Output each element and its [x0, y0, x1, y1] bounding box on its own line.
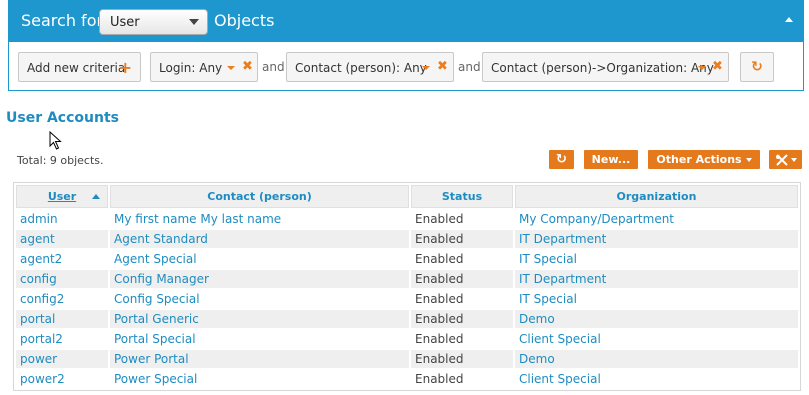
criteria-login-label: Login: Any [159, 61, 223, 75]
caret-down-icon [790, 158, 797, 162]
criteria-row: Add new criteria + Login: Any ✖ and Cont… [9, 52, 803, 82]
cell-contact[interactable]: Agent Standard [110, 230, 409, 248]
table-row: config2 Config Special Enabled IT Specia… [16, 290, 798, 308]
tools-icon [775, 153, 788, 166]
cell-status: Enabled [411, 310, 513, 328]
collapse-caret-up-icon[interactable] [785, 17, 793, 22]
cell-user[interactable]: agent2 [16, 250, 108, 268]
table-row: portal2 Portal Special Enabled Client Sp… [16, 330, 798, 348]
cell-organization[interactable]: Demo [515, 350, 798, 368]
cell-contact[interactable]: Power Portal [110, 350, 409, 368]
column-header-status[interactable]: Status [411, 185, 513, 208]
cell-user[interactable]: power2 [16, 370, 108, 388]
new-button-label: New... [591, 153, 631, 166]
other-actions-label: Other Actions [656, 153, 742, 166]
and-label: and [458, 60, 481, 74]
close-icon[interactable]: ✖ [242, 59, 253, 74]
cell-status: Enabled [411, 330, 513, 348]
table-row: power2 Power Special Enabled Client Spec… [16, 370, 798, 388]
tools-menu-button[interactable] [769, 150, 802, 169]
cell-user[interactable]: power [16, 350, 108, 368]
cell-contact[interactable]: Agent Special [110, 250, 409, 268]
criteria-contact-label: Contact (person): Any [295, 61, 427, 75]
and-label: and [262, 60, 285, 74]
class-select-value: User [110, 15, 140, 30]
mouse-pointer-icon [49, 131, 62, 150]
cell-user[interactable]: admin [16, 210, 108, 228]
column-header-label: Status [441, 190, 483, 203]
column-header-label: User [47, 190, 77, 203]
total-count: Total: 9 objects. [17, 154, 104, 167]
table-row: power Power Portal Enabled Demo [16, 350, 798, 368]
criteria-login[interactable]: Login: Any ✖ [150, 52, 258, 82]
add-criteria-label: Add new criteria [27, 61, 126, 75]
table-row: agent Agent Standard Enabled IT Departme… [16, 230, 798, 248]
other-actions-button[interactable]: Other Actions [648, 150, 760, 169]
new-button[interactable]: New... [584, 150, 638, 169]
search-header: Search for User Objects [9, 0, 803, 42]
cell-contact[interactable]: Power Special [110, 370, 409, 388]
cell-status: Enabled [411, 210, 513, 228]
cell-organization[interactable]: IT Special [515, 290, 798, 308]
cell-status: Enabled [411, 350, 513, 368]
plus-icon: + [118, 58, 132, 77]
cell-status: Enabled [411, 250, 513, 268]
cell-contact[interactable]: Portal Generic [110, 310, 409, 328]
column-header-label: Contact (person) [207, 190, 312, 203]
cell-user[interactable]: config2 [16, 290, 108, 308]
table-row: portal Portal Generic Enabled Demo [16, 310, 798, 328]
caret-down-icon[interactable] [422, 66, 430, 70]
table-row: config Config Manager Enabled IT Departm… [16, 270, 798, 288]
close-icon[interactable]: ✖ [712, 59, 723, 74]
results-refresh-button[interactable]: ↻ [549, 150, 574, 169]
criteria-contact-organization[interactable]: Contact (person)->Organization: Any ✖ [482, 52, 729, 82]
refresh-icon: ↻ [556, 152, 567, 167]
cell-status: Enabled [411, 270, 513, 288]
cell-organization[interactable]: IT Special [515, 250, 798, 268]
search-refresh-button[interactable]: ↻ [740, 52, 774, 82]
cell-organization[interactable]: IT Department [515, 270, 798, 288]
cell-contact[interactable]: Config Manager [110, 270, 409, 288]
caret-down-icon[interactable] [227, 66, 235, 70]
cell-user[interactable]: config [16, 270, 108, 288]
table-row: admin My first name My last name Enabled… [16, 210, 798, 228]
cell-user[interactable]: portal2 [16, 330, 108, 348]
results-title: User Accounts [6, 110, 119, 126]
column-header-user[interactable]: User [16, 185, 108, 208]
search-for-label: Search for [21, 11, 104, 30]
column-header-organization[interactable]: Organization [515, 185, 798, 208]
cell-organization[interactable]: Client Special [515, 370, 798, 388]
cell-user[interactable]: portal [16, 310, 108, 328]
criteria-contact[interactable]: Contact (person): Any ✖ [286, 52, 454, 82]
cell-contact[interactable]: Portal Special [110, 330, 409, 348]
column-header-label: Organization [616, 190, 697, 203]
sort-asc-icon [92, 194, 100, 199]
cell-organization[interactable]: Client Special [515, 330, 798, 348]
cell-contact[interactable]: Config Special [110, 290, 409, 308]
refresh-icon: ↻ [751, 59, 763, 75]
search-panel: Search for User Objects Add new criteria… [8, 0, 804, 91]
caret-down-icon [745, 158, 752, 162]
add-criteria-button[interactable]: Add new criteria + [18, 52, 141, 82]
cell-status: Enabled [411, 230, 513, 248]
close-icon[interactable]: ✖ [437, 59, 448, 74]
table-row: agent2 Agent Special Enabled IT Special [16, 250, 798, 268]
cell-user[interactable]: agent [16, 230, 108, 248]
column-header-contact[interactable]: Contact (person) [110, 185, 409, 208]
cell-organization[interactable]: Demo [515, 310, 798, 328]
class-select[interactable]: User [99, 9, 208, 35]
chevron-down-icon [189, 19, 199, 25]
cell-status: Enabled [411, 290, 513, 308]
results-table: User Contact (person) Status Organizatio… [13, 182, 801, 391]
cell-organization[interactable]: IT Department [515, 230, 798, 248]
cell-contact[interactable]: My first name My last name [110, 210, 409, 228]
cell-status: Enabled [411, 370, 513, 388]
cell-organization[interactable]: My Company/Department [515, 210, 798, 228]
caret-down-icon[interactable] [698, 66, 706, 70]
criteria-contact-organization-label: Contact (person)->Organization: Any [491, 61, 714, 75]
objects-label: Objects [214, 11, 275, 30]
table-header-row: User Contact (person) Status Organizatio… [16, 185, 798, 208]
